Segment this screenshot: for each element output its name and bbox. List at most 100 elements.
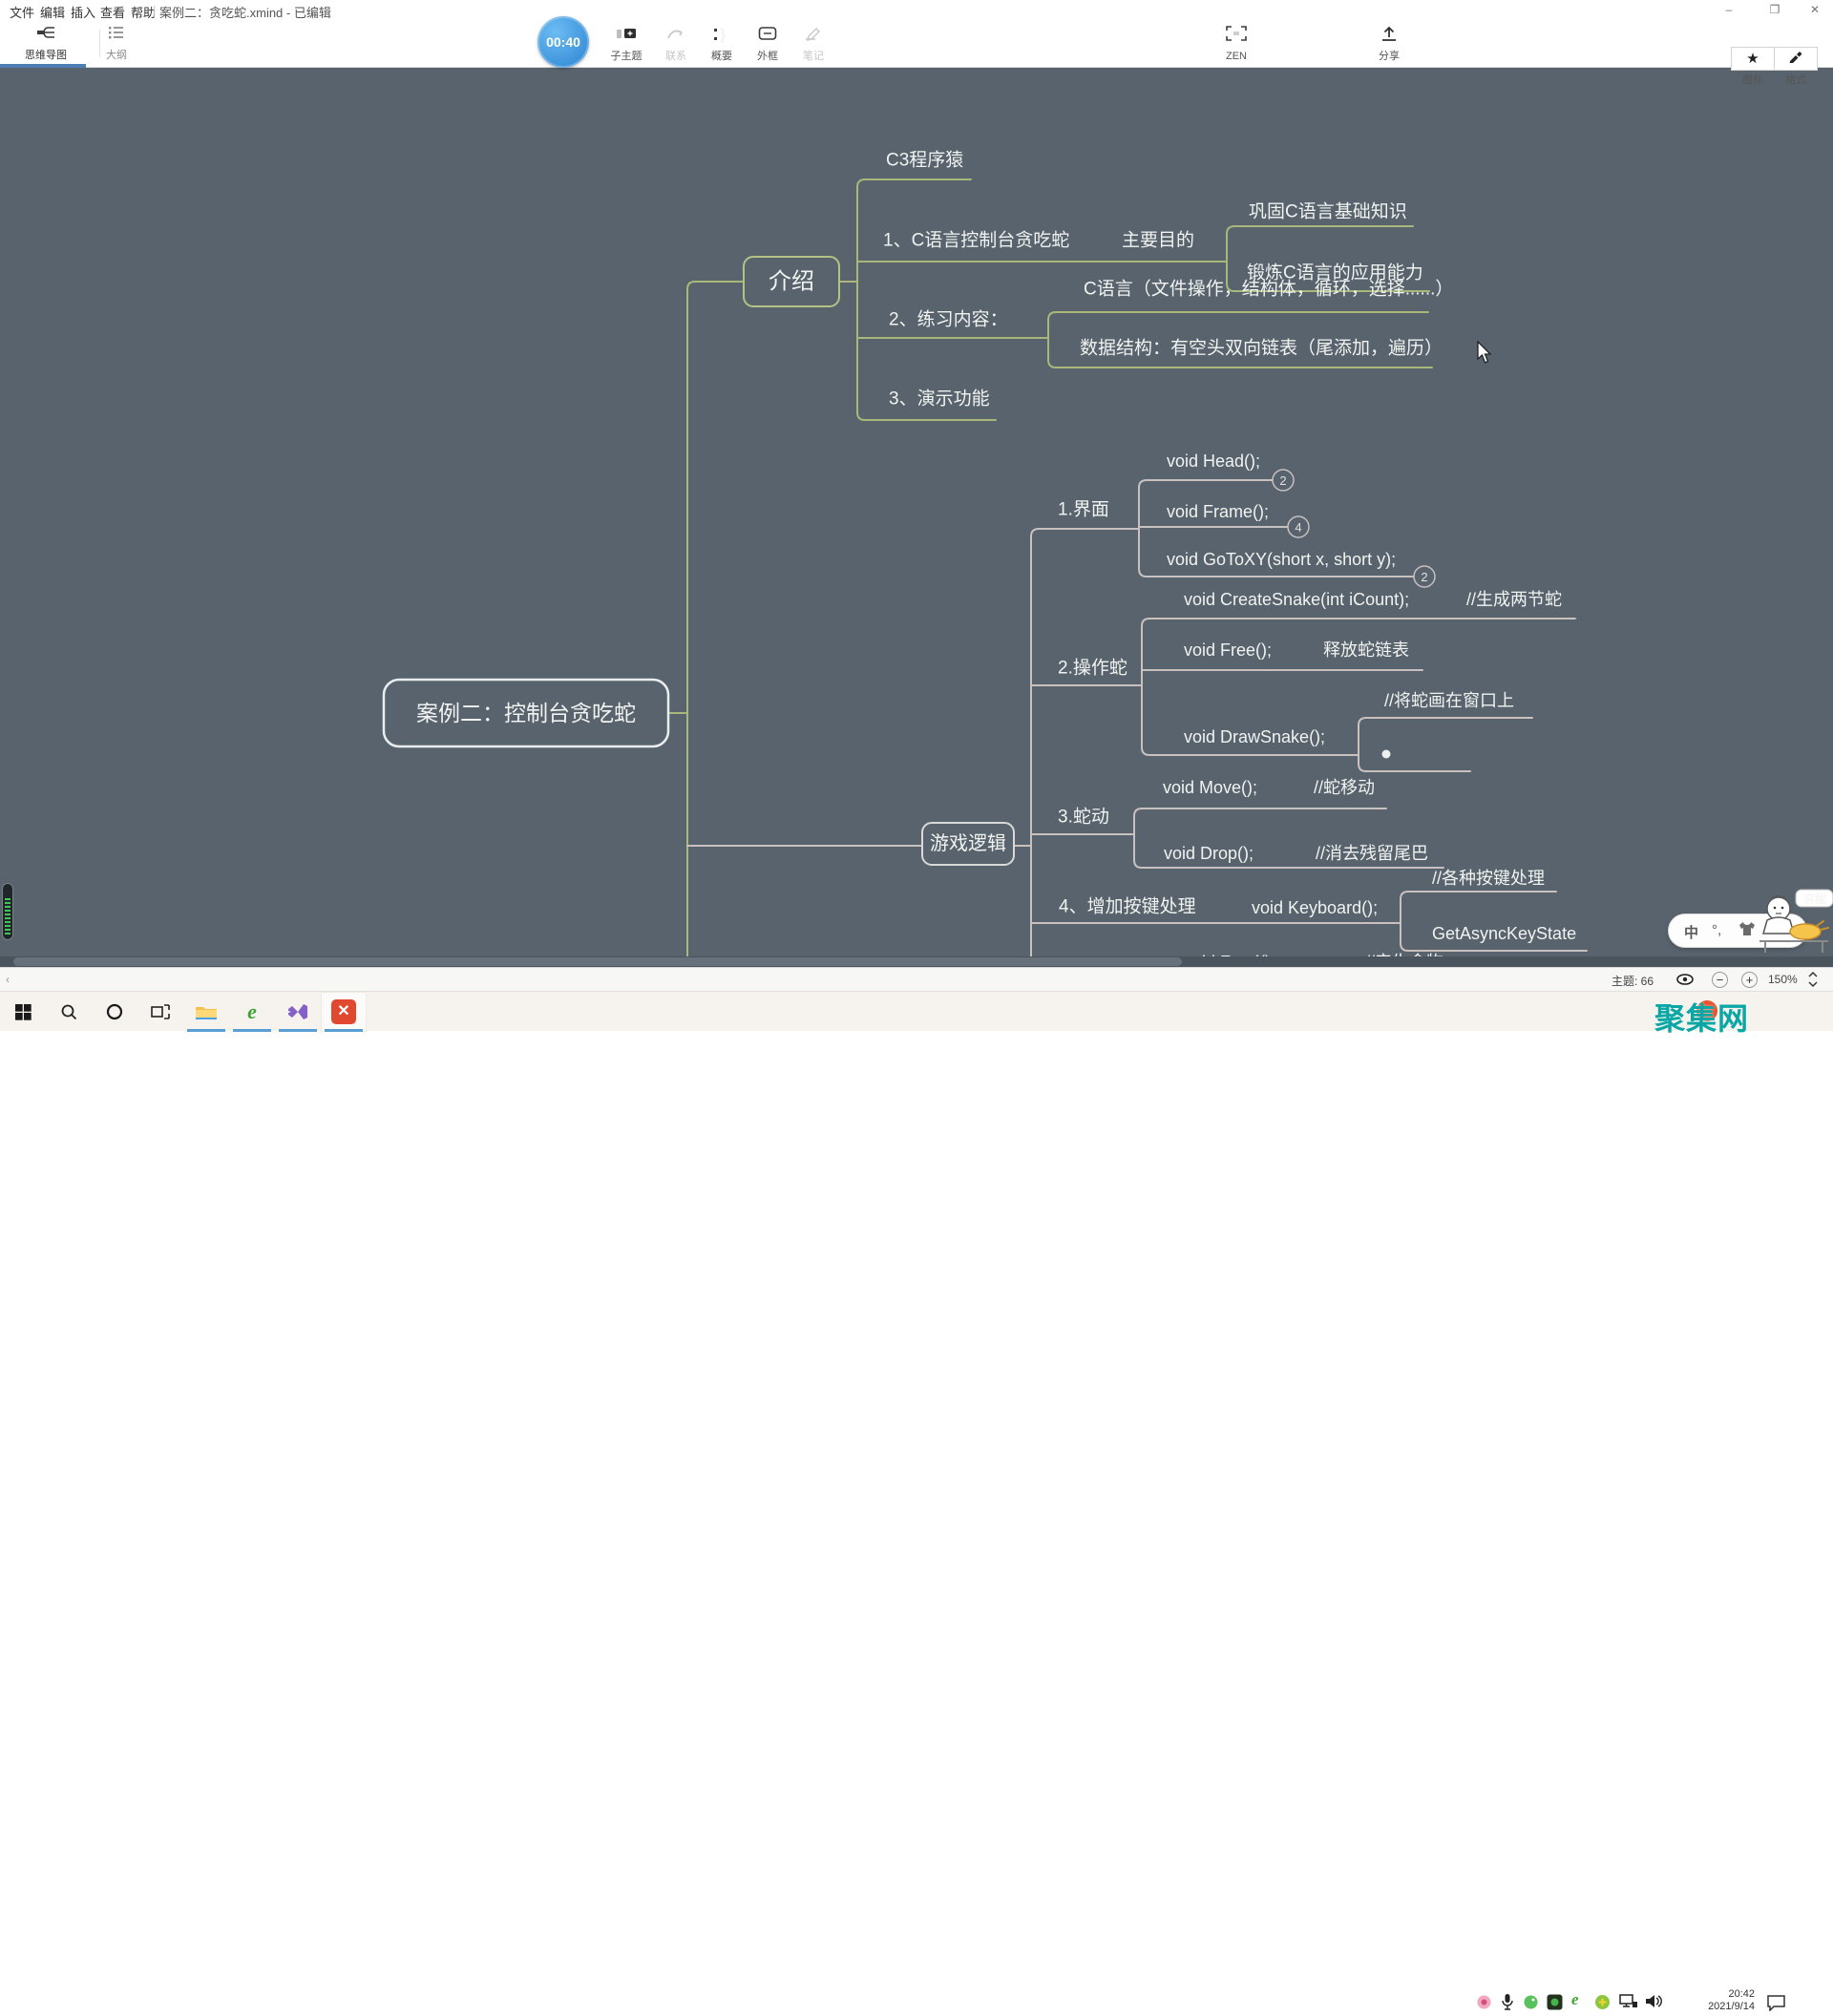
close-button[interactable]: ✕ [1807, 2, 1822, 17]
badge-head[interactable]: 2 [1273, 470, 1294, 491]
zoom-stepper-chevrons[interactable] [1807, 970, 1819, 992]
visual-studio-icon[interactable] [275, 992, 321, 1032]
comment-drop[interactable]: //消去残留尾巴 [1316, 844, 1428, 863]
scroll-left-arrow[interactable]: ‹ [6, 973, 10, 986]
internet-explorer-icon[interactable]: e [229, 992, 275, 1032]
topic-free[interactable]: void Free(); [1184, 640, 1272, 660]
share-label: 分享 [1379, 51, 1400, 62]
cortana-icon[interactable] [92, 992, 137, 1032]
empty-topic-dot[interactable] [1382, 750, 1391, 759]
maximize-button[interactable]: ❐ [1767, 2, 1782, 17]
topic-purpose[interactable]: 主要目的 [1122, 230, 1194, 251]
topic-keys[interactable]: 4、增加按键处理 [1059, 896, 1196, 917]
horizontal-scrollbar-thumb[interactable] [13, 957, 1182, 966]
intro-node[interactable]: 介绍 [769, 269, 814, 295]
menu-view[interactable]: 查看 [100, 3, 125, 21]
clock-date: 2021/9/14 [1666, 2001, 1755, 2013]
ime-language-button[interactable]: 中 [1684, 922, 1698, 942]
badge-gotoxy[interactable]: 2 [1414, 566, 1435, 587]
zoom-in-button[interactable]: + [1741, 972, 1758, 988]
comment-createsnake[interactable]: //生成两节蛇 [1466, 590, 1562, 609]
ime-punctuation-button[interactable]: °, [1712, 922, 1721, 938]
tab-outline[interactable]: 大纲 [78, 21, 155, 65]
mindmap-icon [8, 25, 84, 45]
tab-mindmap[interactable]: 思维导图 [8, 21, 84, 65]
subtopic-button[interactable]: 子主题 [601, 23, 651, 67]
topic-createsnake[interactable]: void CreateSnake(int iCount); [1184, 590, 1409, 609]
tray-360-icon[interactable] [1594, 1994, 1611, 2015]
topic-c3[interactable]: C3程序猿 [886, 150, 963, 171]
recording-timer[interactable]: 00:40 [537, 16, 589, 68]
summary-button[interactable]: } 概要 [697, 23, 747, 67]
comment-move[interactable]: //蛇移动 [1314, 778, 1375, 797]
relation-icon [651, 26, 701, 47]
toolbar: 思维导图 大纲 主题 子主题 联系 } 概要 [0, 21, 1833, 68]
eye-icon[interactable] [1675, 972, 1695, 990]
comment-free[interactable]: 释放蛇链表 [1323, 640, 1409, 660]
menu-edit[interactable]: 编辑 [40, 3, 65, 21]
outline-icon [78, 25, 155, 45]
topic-item1[interactable]: 1、C语言控制台贪吃蛇 [883, 230, 1069, 251]
logic-node[interactable]: 游戏逻辑 [930, 832, 1006, 854]
tray-ie-icon[interactable]: e [1571, 1990, 1579, 2009]
tray-sogou-icon[interactable] [1476, 1994, 1492, 2015]
zoom-out-button[interactable]: − [1712, 972, 1728, 988]
file-explorer-icon[interactable] [183, 992, 229, 1032]
tray-network-icon[interactable] [1619, 1994, 1638, 2014]
zen-button[interactable]: ZEN [1211, 23, 1261, 67]
meme-sticker: 穷醒 [1750, 888, 1833, 955]
zoom-level: 150% [1768, 973, 1798, 986]
menu-insert[interactable]: 插入 [71, 3, 95, 21]
root-node[interactable]: 案例二：控制台贪吃蛇 [416, 701, 636, 725]
start-button[interactable] [0, 992, 46, 1032]
topic-goal1[interactable]: 巩固C语言基础知识 [1249, 201, 1407, 222]
topic-item2[interactable]: 2、练习内容： [889, 309, 1008, 330]
topic-item3[interactable]: 3、演示功能 [889, 388, 990, 410]
topic-drawsnake[interactable]: void DrawSnake(); [1184, 727, 1325, 746]
topic-keyboard[interactable]: void Keyboard(); [1252, 898, 1378, 917]
tab-divider [99, 29, 100, 57]
menu-divider: | [153, 3, 156, 17]
active-tab-underline [0, 64, 86, 68]
xmind-icon[interactable]: ✕ [321, 992, 367, 1032]
topic-gotoxy[interactable]: void GoToXY(short x, short y); [1167, 550, 1396, 569]
topic-ops[interactable]: 2.操作蛇 [1058, 658, 1127, 679]
format-panel-button[interactable] [1774, 47, 1818, 71]
mindmap-canvas[interactable]: 案例二：控制台贪吃蛇 介绍 C3程序猿 1、C语言控制台贪吃蛇 主要目的 巩固C… [0, 68, 1833, 967]
format-panel-label: 格式 [1774, 72, 1818, 87]
note-button[interactable]: 笔记 [789, 23, 838, 67]
topic-practice1[interactable]: C语言（文件操作，结构体，循环，选择......） [1084, 279, 1453, 300]
boundary-button[interactable]: 外框 [743, 23, 792, 67]
topic-ui[interactable]: 1.界面 [1058, 500, 1109, 520]
topic-head[interactable]: void Head(); [1167, 452, 1260, 471]
svg-text:4: 4 [1295, 520, 1301, 535]
comment-drawsnake[interactable]: //将蛇画在窗口上 [1384, 691, 1514, 710]
logic-branch-lines [687, 480, 1587, 967]
menu-file[interactable]: 文件 [10, 3, 34, 21]
relation-button[interactable]: 联系 [651, 23, 701, 67]
share-button[interactable]: 分享 [1364, 23, 1414, 67]
minimize-button[interactable]: – [1721, 2, 1737, 17]
comment-keyboard[interactable]: //各种按键处理 [1432, 869, 1545, 888]
summary-label: 概要 [711, 51, 732, 62]
badge-frame[interactable]: 4 [1288, 516, 1309, 537]
zen-mode-icon [1211, 26, 1261, 47]
topic-practice2[interactable]: 数据结构：有空头双向链表（尾添加，遍历） [1080, 338, 1443, 359]
tray-bird-icon[interactable] [1523, 1994, 1539, 2015]
tray-microphone-icon[interactable] [1501, 1993, 1514, 2016]
tray-speaker-icon[interactable] [1645, 1993, 1663, 2014]
recorder-level-meter [2, 883, 13, 940]
search-icon[interactable] [46, 992, 92, 1032]
topic-move[interactable]: void Move(); [1163, 778, 1257, 797]
topic-frame[interactable]: void Frame(); [1167, 502, 1269, 521]
topic-drop[interactable]: void Drop(); [1164, 844, 1254, 863]
icon-panel-button[interactable]: ★ [1731, 47, 1775, 71]
topic-move-group[interactable]: 3.蛇动 [1058, 807, 1109, 828]
action-center-icon[interactable] [1766, 1994, 1786, 2016]
format-brush-icon [1788, 51, 1803, 67]
taskbar-clock[interactable]: 20:42 2021/9/14 [1666, 1988, 1755, 2013]
svg-text:2: 2 [1421, 570, 1427, 584]
tray-recorder-icon[interactable] [1547, 1994, 1563, 2015]
task-view-icon[interactable] [137, 992, 183, 1032]
topic-getasynckeystate[interactable]: GetAsyncKeyState [1432, 924, 1576, 943]
